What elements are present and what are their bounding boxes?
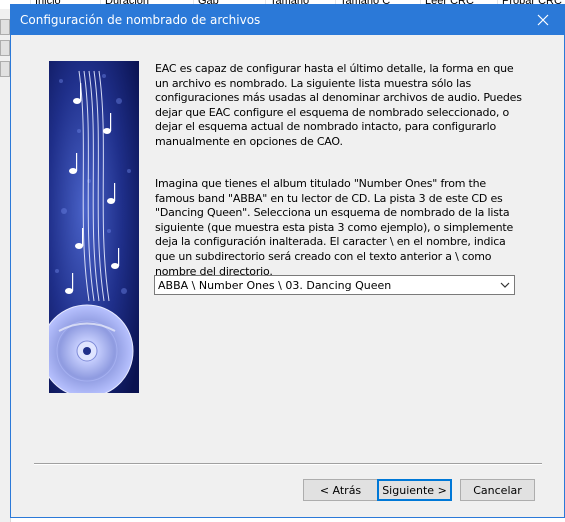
naming-scheme-selected-value: ABBA \ Number Ones \ 03. Dancing Queen <box>158 279 392 292</box>
background-side-button[interactable] <box>0 40 10 56</box>
example-paragraph: Imagina que tienes el album titulado "Nu… <box>155 177 514 278</box>
background-side-button[interactable] <box>0 19 10 35</box>
chevron-down-icon[interactable] <box>499 280 511 290</box>
next-button[interactable]: Siguiente > <box>377 479 452 501</box>
intro-paragraph: EAC es capaz de configurar hasta el últi… <box>155 62 522 148</box>
music-cd-illustration <box>49 61 139 393</box>
close-icon <box>537 14 549 26</box>
dialog-title: Configuración de nombrado de archivos <box>20 13 261 27</box>
button-separator <box>34 463 542 465</box>
background-side-button[interactable] <box>0 61 10 77</box>
dialog-titlebar[interactable]: Configuración de nombrado de archivos <box>11 5 564 35</box>
close-button[interactable] <box>522 5 564 35</box>
naming-scheme-select[interactable]: ABBA \ Number Ones \ 03. Dancing Queen <box>154 275 515 295</box>
back-button[interactable]: < Atrás <box>303 479 378 501</box>
cancel-button[interactable]: Cancelar <box>460 479 535 501</box>
naming-config-dialog: Configuración de nombrado de archivos EA… <box>10 4 565 518</box>
